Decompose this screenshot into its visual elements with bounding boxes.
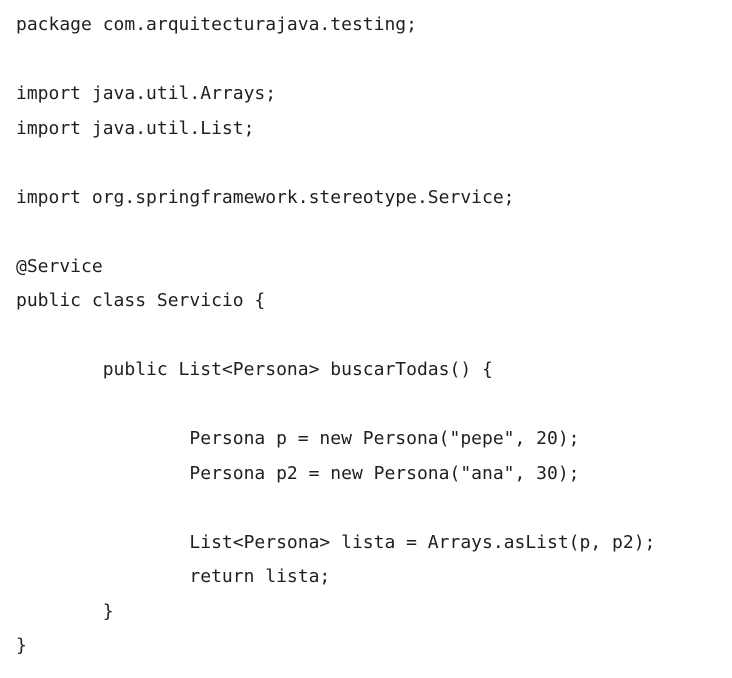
code-line-annotation: @Service (16, 255, 103, 277)
code-line-method-close: } (16, 600, 114, 622)
code-line-import-arrays: import java.util.Arrays; (16, 83, 277, 104)
code-line-persona-p2: Persona p2 = new Persona("ana", 30); (16, 462, 580, 484)
code-line-package: package com.arquitecturajava.testing; (16, 14, 417, 35)
code-line-class-close: } (16, 635, 27, 656)
code-line-import-service: import org.springframework.stereotype.Se… (16, 186, 515, 208)
code-line-persona-p: Persona p = new Persona("pepe", 20); (16, 428, 580, 449)
code-view: package com.arquitecturajava.testing; im… (16, 8, 716, 664)
code-line-class-declaration: public class Servicio { (16, 290, 266, 311)
code-line-return: return lista; (16, 566, 331, 587)
code-line-method-declaration: public List<Persona> buscarTodas() { (16, 359, 493, 380)
code-line-lista: List<Persona> lista = Arrays.asList(p, p… (16, 531, 656, 553)
code-line-import-list: import java.util.List; (16, 117, 255, 139)
